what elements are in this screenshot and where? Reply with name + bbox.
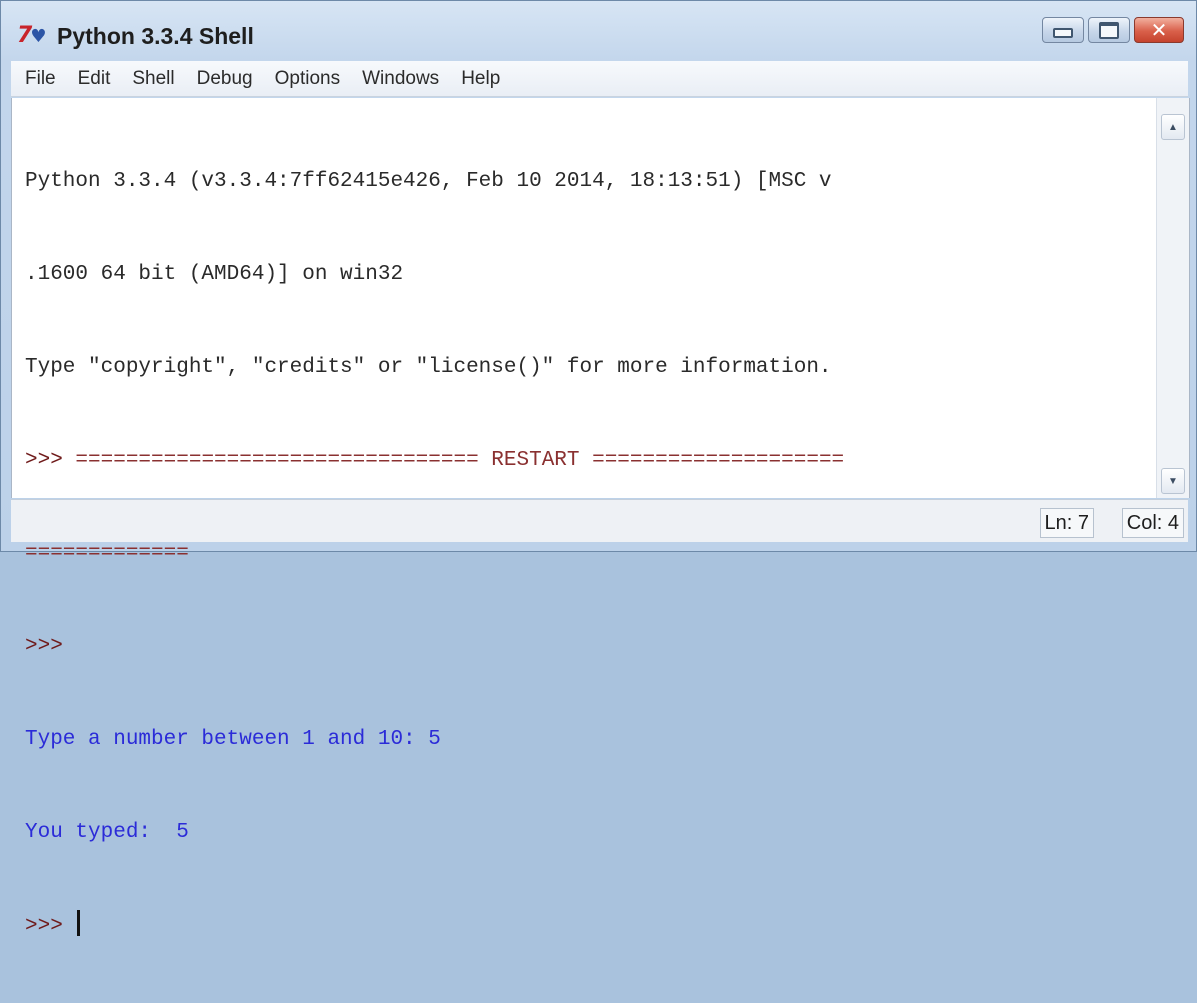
menu-file[interactable]: File — [15, 64, 68, 94]
menu-debug[interactable]: Debug — [187, 64, 265, 94]
scroll-up-button[interactable]: ▲ — [1161, 114, 1185, 140]
shell-text-area[interactable]: Python 3.3.4 (v3.3.4:7ff62415e426, Feb 1… — [11, 98, 1190, 938]
idle-shell-window: 7♥ Python 3.3.4 Shell ✕ File Edit Shell … — [0, 0, 1197, 938]
menu-shell[interactable]: Shell — [122, 64, 186, 94]
prompt: >>> — [25, 449, 76, 472]
menu-edit[interactable]: Edit — [68, 64, 123, 94]
current-prompt-line[interactable]: >>> — [25, 910, 1149, 941]
vertical-scrollbar[interactable]: ▲ ▼ — [1156, 98, 1189, 498]
text-cursor — [77, 910, 81, 936]
shell-output[interactable]: Python 3.3.4 (v3.3.4:7ff62415e426, Feb 1… — [25, 104, 1149, 1003]
minimize-button[interactable] — [1042, 17, 1084, 43]
restart-line-continued: ============= — [25, 542, 189, 565]
arrow-up-icon: ▲ — [1168, 121, 1178, 133]
restart-line: >>> ================================ RES… — [25, 445, 1149, 476]
window-controls: ✕ — [1038, 17, 1184, 45]
prompt-line: >>> — [25, 635, 63, 658]
menu-help[interactable]: Help — [451, 64, 512, 94]
banner-line-2: .1600 64 bit (AMD64)] on win32 — [25, 263, 404, 286]
maximize-icon — [1099, 21, 1119, 39]
current-prompt: >>> — [25, 915, 76, 938]
input-echo-line: Type a number between 1 and 10: 5 — [25, 728, 441, 751]
close-button[interactable]: ✕ — [1134, 17, 1184, 43]
program-output-line: You typed: 5 — [25, 821, 189, 844]
status-bar: Ln: 7 Col: 4 — [11, 499, 1188, 542]
menu-bar: File Edit Shell Debug Options Windows He… — [11, 61, 1188, 97]
column-number-indicator: Col: 4 — [1121, 508, 1184, 538]
banner-line-1: Python 3.3.4 (v3.3.4:7ff62415e426, Feb 1… — [25, 170, 832, 193]
maximize-button[interactable] — [1088, 17, 1130, 43]
line-number-indicator: Ln: 7 — [1039, 508, 1094, 538]
banner-line-3: Type "copyright", "credits" or "license(… — [25, 356, 832, 379]
arrow-down-icon: ▼ — [1168, 475, 1178, 487]
menu-options[interactable]: Options — [265, 64, 352, 94]
python-idle-icon: 7♥ — [17, 23, 46, 50]
close-icon: ✕ — [1150, 18, 1168, 42]
menu-windows[interactable]: Windows — [352, 64, 451, 94]
title-bar[interactable]: 7♥ Python 3.3.4 Shell ✕ — [1, 1, 1196, 61]
restart-banner: ================================ RESTART… — [75, 449, 845, 472]
scroll-down-button[interactable]: ▼ — [1161, 468, 1185, 494]
minimize-icon — [1053, 28, 1073, 38]
window-title: Python 3.3.4 Shell — [57, 23, 254, 49]
app-icon-snake: ♥ — [30, 26, 46, 47]
app-icon-seven: 7 — [17, 23, 32, 48]
